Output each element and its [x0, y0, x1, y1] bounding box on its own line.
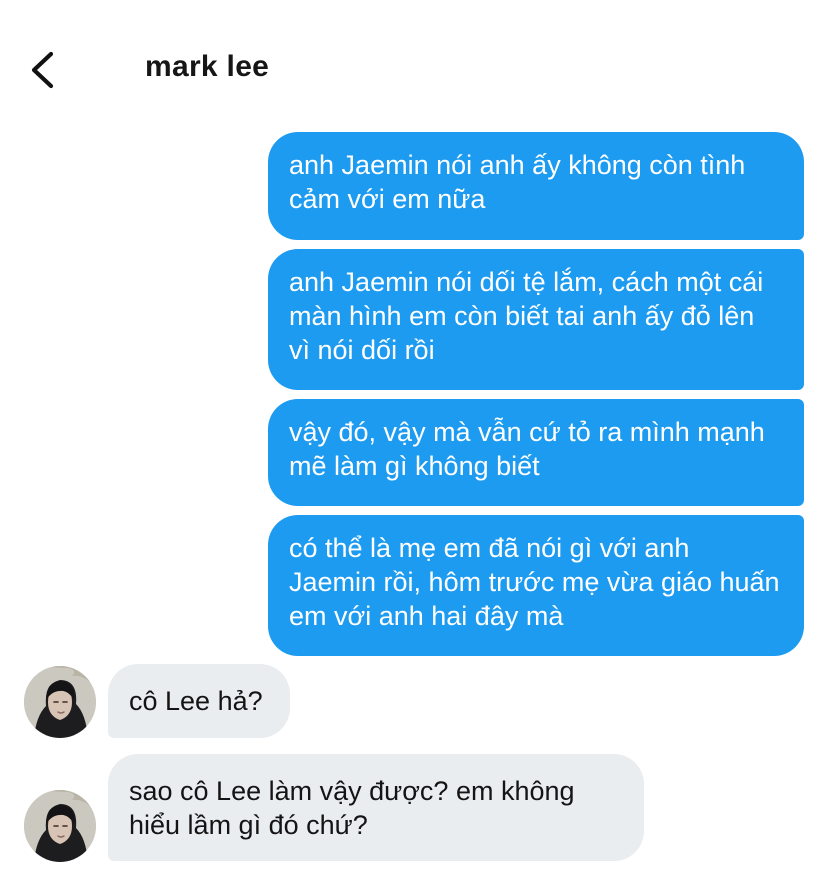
chat-header: mark lee	[0, 0, 827, 130]
avatar[interactable]	[24, 666, 96, 738]
message-bubble-outgoing[interactable]: có thể là mẹ em đã nói gì với anh Jaemin…	[268, 515, 804, 656]
contact-name[interactable]: mark lee	[145, 50, 269, 84]
back-button[interactable]	[24, 46, 68, 94]
message-bubble-outgoing[interactable]: anh Jaemin nói anh ấy không còn tình cảm…	[268, 132, 804, 240]
message-bubble-outgoing[interactable]: anh Jaemin nói dối tệ lắm, cách một cái …	[268, 249, 804, 390]
avatar-photo	[24, 790, 96, 862]
message-bubble-outgoing[interactable]: vậy đó, vậy mà vẫn cứ tỏ ra mình mạnh mẽ…	[268, 399, 804, 506]
avatar-photo	[24, 666, 96, 738]
message-bubble-incoming[interactable]: sao cô Lee làm vậy được? em không hiểu l…	[108, 754, 644, 861]
chevron-left-icon	[31, 51, 54, 89]
message-bubble-incoming[interactable]: cô Lee hả?	[108, 664, 290, 738]
avatar[interactable]	[24, 790, 96, 862]
